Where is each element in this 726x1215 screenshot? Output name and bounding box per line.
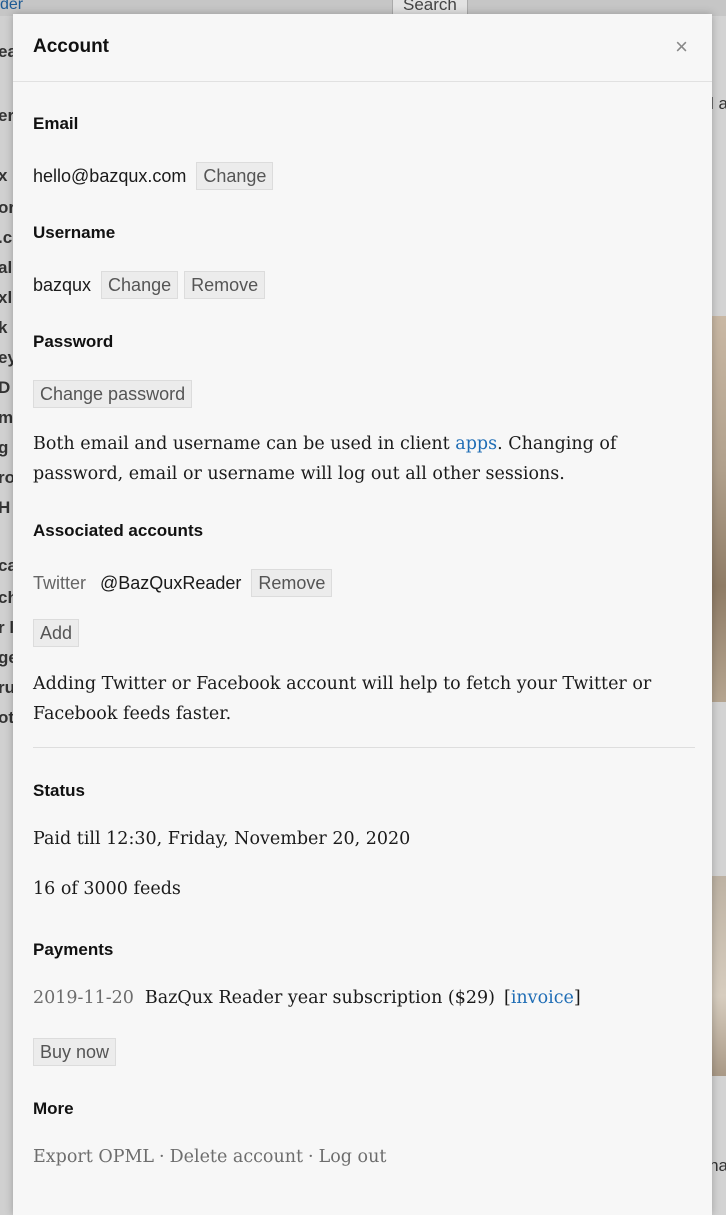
background-feed-title: ch — [0, 588, 14, 607]
buy-now-button[interactable]: Buy now — [33, 1038, 117, 1066]
email-row: hello@bazqux.com Change — [33, 162, 274, 190]
log-out-link[interactable]: Log out — [319, 1147, 387, 1167]
email-value: hello@bazqux.com — [33, 165, 187, 186]
status-heading: Status — [33, 781, 85, 800]
payment-description: BazQux Reader year subscription ($29) — [144, 988, 495, 1008]
background-article-pane: l a ha — [712, 16, 726, 1215]
section-divider — [33, 747, 695, 748]
payment-row: 2019-11-20 BazQux Reader year subscripti… — [33, 988, 581, 1008]
payments-heading: Payments — [33, 940, 114, 959]
more-heading: More — [33, 1099, 74, 1118]
background-feed-title: H — [0, 498, 11, 517]
dialog-header: Account × — [13, 14, 712, 82]
more-links-row: Export OPML · Delete account · Log out — [33, 1147, 386, 1167]
change-email-button[interactable]: Change — [196, 162, 274, 190]
remove-account-button[interactable]: Remove — [251, 569, 333, 597]
remove-username-button[interactable]: Remove — [184, 271, 266, 299]
password-row: Change password — [33, 380, 193, 408]
background-feed-title: x — [0, 166, 8, 185]
account-service: Twitter — [33, 572, 87, 593]
background-feed-title: k — [0, 318, 8, 337]
account-handle: @BazQuxReader — [100, 572, 242, 593]
background-feed-title: ot — [0, 708, 14, 727]
background-feed-title: or — [0, 198, 14, 217]
background-feed-title: D — [0, 378, 11, 397]
account-dialog: Account × Email hello@bazqux.com Change … — [13, 14, 712, 1215]
link-separator: · — [159, 1147, 165, 1167]
background-feed-title: er — [0, 106, 14, 125]
background-feed-title: al — [0, 258, 13, 277]
background-feed-title: ge — [0, 648, 14, 667]
change-password-button[interactable]: Change password — [33, 380, 193, 408]
background-feed-list: ea er x or .c al xl k ey Dmg ro Hca ch r l ge ru ot — [0, 16, 14, 1215]
background-feed-title: ey — [0, 348, 14, 367]
close-icon[interactable]: × — [675, 36, 688, 58]
invoice-bracket-close: ] — [573, 988, 581, 1008]
background-article-text: ha — [712, 1156, 726, 1175]
background-feed-title: ca — [0, 556, 14, 575]
background-link[interactable]: der — [0, 0, 23, 14]
background-feed-title: .c — [0, 228, 13, 247]
background-feed-title: ru — [0, 678, 14, 697]
link-separator: · — [308, 1147, 314, 1167]
username-row: bazqux Change Remove — [33, 271, 266, 299]
background-feed-title: r l — [0, 618, 14, 637]
background-photo — [712, 316, 726, 702]
background-photo — [712, 876, 726, 1076]
dialog-title: Account — [33, 36, 109, 57]
password-note-text: Both email and username can be used in c… — [33, 434, 456, 454]
associated-account-row: Twitter @BazQuxReader Remove — [33, 569, 333, 597]
change-username-button[interactable]: Change — [101, 271, 179, 299]
associated-accounts-note: Adding Twitter or Facebook account will … — [33, 674, 652, 724]
username-value: bazqux — [33, 274, 92, 295]
invoice-link[interactable]: invoice — [511, 988, 574, 1008]
password-heading: Password — [33, 332, 114, 351]
export-opml-link[interactable]: Export OPML — [33, 1147, 154, 1167]
add-account-row: Add — [33, 619, 80, 647]
background-feed-title: g — [0, 438, 9, 457]
password-note: Both email and username can be used in c… — [33, 429, 695, 489]
apps-link[interactable]: apps — [455, 434, 497, 454]
paid-till-text: Paid till 12:30, Friday, November 20, 20… — [33, 829, 411, 849]
email-heading: Email — [33, 114, 79, 133]
add-account-button[interactable]: Add — [33, 619, 80, 647]
background-feed-title: ea — [0, 42, 14, 61]
associated-accounts-heading: Associated accounts — [33, 521, 204, 540]
feeds-count-text: 16 of 3000 feeds — [33, 879, 181, 899]
background-article-text: l a — [712, 94, 726, 113]
delete-account-link[interactable]: Delete account — [170, 1147, 303, 1167]
background-feed-title: m — [0, 408, 14, 427]
payment-date: 2019-11-20 — [33, 988, 134, 1008]
buy-row: Buy now — [33, 1038, 117, 1066]
invoice-bracket-open: [ — [503, 988, 511, 1008]
username-heading: Username — [33, 223, 116, 242]
background-feed-title: ro — [0, 468, 14, 487]
background-feed-title: xl — [0, 288, 13, 307]
